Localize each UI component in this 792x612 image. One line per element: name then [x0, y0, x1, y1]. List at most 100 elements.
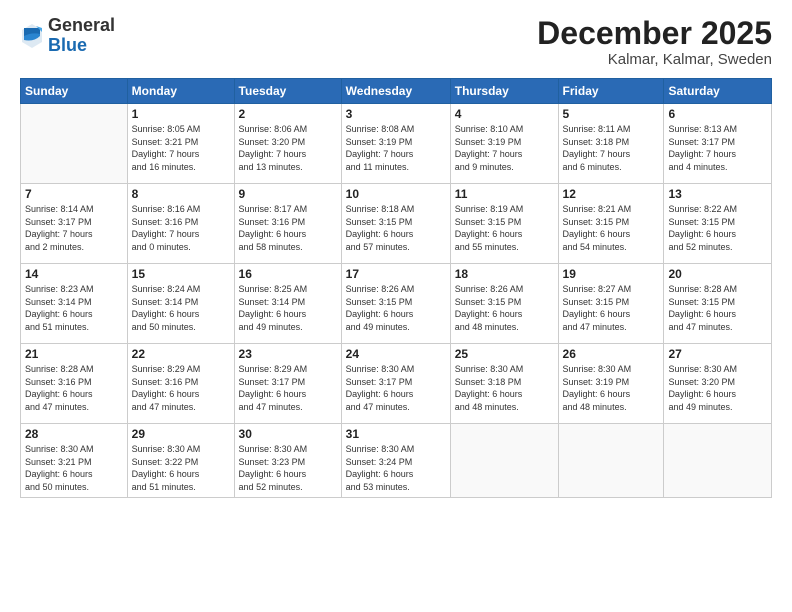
day-number: 13	[668, 187, 767, 201]
table-row: 12 Sunrise: 8:21 AM Sunset: 3:15 PM Dayli…	[558, 184, 664, 264]
table-row: 31Sunrise: 8:30 AM Sunset: 3:24 PM Dayli…	[341, 424, 450, 497]
table-row: 19Sunrise: 8:27 AM Sunset: 3:15 PM Dayli…	[558, 264, 664, 344]
day-number: 8	[132, 187, 230, 201]
table-row: 7 Sunrise: 8:14 AM Sunset: 3:17 PM Daylig…	[21, 184, 128, 264]
table-row: 18 Sunrise: 8:26 AM Sunset: 3:15 PM Dayli…	[450, 264, 558, 344]
day-number: 24	[346, 347, 446, 361]
day-number: 22	[132, 347, 230, 361]
day-info: Sunrise: 8:28 AM Sunset: 3:15 PM Dayligh…	[668, 283, 767, 333]
day-number: 19	[563, 267, 660, 281]
day-info: Sunrise: 8:28 AM Sunset: 3:16 PM Dayligh…	[25, 363, 123, 413]
day-info: Sunrise: 8:21 AM Sunset: 3:15 PM Dayligh…	[563, 203, 660, 253]
calendar-table: Sunday Monday Tuesday Wednesday Thursday…	[20, 78, 772, 497]
header: General Blue December 2025 Kalmar, Kalma…	[20, 16, 772, 68]
table-row: 3Sunrise: 8:08 AM Sunset: 3:19 PM Daylig…	[341, 104, 450, 184]
day-number: 27	[668, 347, 767, 361]
day-info: Sunrise: 8:29 AM Sunset: 3:16 PM Dayligh…	[132, 363, 230, 413]
page: General Blue December 2025 Kalmar, Kalma…	[0, 0, 792, 612]
day-info: Sunrise: 8:30 AM Sunset: 3:18 PM Dayligh…	[455, 363, 554, 413]
header-saturday: Saturday	[664, 79, 772, 104]
day-number: 28	[25, 427, 123, 441]
header-tuesday: Tuesday	[234, 79, 341, 104]
table-row: 29 Sunrise: 8:30 AM Sunset: 3:22 PM Dayli…	[127, 424, 234, 497]
table-row: 15Sunrise: 8:24 AM Sunset: 3:14 PM Dayli…	[127, 264, 234, 344]
day-number: 9	[239, 187, 337, 201]
table-row: 21 Sunrise: 8:28 AM Sunset: 3:16 PM Dayli…	[21, 344, 128, 424]
day-info: Sunrise: 8:13 AM Sunset: 3:17 PM Dayligh…	[668, 123, 767, 173]
table-row: 25 Sunrise: 8:30 AM Sunset: 3:18 PM Dayli…	[450, 344, 558, 424]
day-info: Sunrise: 8:30 AM Sunset: 3:17 PM Dayligh…	[346, 363, 446, 413]
table-row: 1 Sunrise: 8:05 AM Sunset: 3:21 PM Daylig…	[127, 104, 234, 184]
day-info: Sunrise: 8:30 AM Sunset: 3:23 PM Dayligh…	[239, 443, 337, 493]
header-wednesday: Wednesday	[341, 79, 450, 104]
day-number: 16	[239, 267, 337, 281]
day-info: Sunrise: 8:11 AM Sunset: 3:18 PM Dayligh…	[563, 123, 660, 173]
table-row: 22 Sunrise: 8:29 AM Sunset: 3:16 PM Dayli…	[127, 344, 234, 424]
day-number: 5	[563, 107, 660, 121]
calendar-week-row: 28Sunrise: 8:30 AM Sunset: 3:21 PM Dayli…	[21, 424, 772, 497]
location-subtitle: Kalmar, Kalmar, Sweden	[537, 51, 772, 68]
logo: General Blue	[20, 16, 115, 56]
day-number: 3	[346, 107, 446, 121]
table-row	[450, 424, 558, 497]
table-row: 13 Sunrise: 8:22 AM Sunset: 3:15 PM Dayli…	[664, 184, 772, 264]
day-info: Sunrise: 8:30 AM Sunset: 3:20 PM Dayligh…	[668, 363, 767, 413]
header-friday: Friday	[558, 79, 664, 104]
table-row: 9 Sunrise: 8:17 AM Sunset: 3:16 PM Daylig…	[234, 184, 341, 264]
day-info: Sunrise: 8:26 AM Sunset: 3:15 PM Dayligh…	[455, 283, 554, 333]
day-info: Sunrise: 8:30 AM Sunset: 3:24 PM Dayligh…	[346, 443, 446, 493]
day-info: Sunrise: 8:16 AM Sunset: 3:16 PM Dayligh…	[132, 203, 230, 253]
table-row: 23 Sunrise: 8:29 AM Sunset: 3:17 PM Dayli…	[234, 344, 341, 424]
day-number: 20	[668, 267, 767, 281]
header-monday: Monday	[127, 79, 234, 104]
table-row	[558, 424, 664, 497]
day-info: Sunrise: 8:05 AM Sunset: 3:21 PM Dayligh…	[132, 123, 230, 173]
calendar-week-row: 14Sunrise: 8:23 AM Sunset: 3:14 PM Dayli…	[21, 264, 772, 344]
day-info: Sunrise: 8:22 AM Sunset: 3:15 PM Dayligh…	[668, 203, 767, 253]
table-row: 26Sunrise: 8:30 AM Sunset: 3:19 PM Dayli…	[558, 344, 664, 424]
day-info: Sunrise: 8:18 AM Sunset: 3:15 PM Dayligh…	[346, 203, 446, 253]
logo-icon	[20, 22, 44, 50]
logo-general-label: General	[48, 16, 115, 36]
day-number: 10	[346, 187, 446, 201]
day-info: Sunrise: 8:24 AM Sunset: 3:14 PM Dayligh…	[132, 283, 230, 333]
day-number: 2	[239, 107, 337, 121]
calendar-week-row: 21 Sunrise: 8:28 AM Sunset: 3:16 PM Dayli…	[21, 344, 772, 424]
title-block: December 2025 Kalmar, Kalmar, Sweden	[537, 16, 772, 68]
day-number: 4	[455, 107, 554, 121]
table-row: 6Sunrise: 8:13 AM Sunset: 3:17 PM Daylig…	[664, 104, 772, 184]
table-row: 2Sunrise: 8:06 AM Sunset: 3:20 PM Daylig…	[234, 104, 341, 184]
day-info: Sunrise: 8:14 AM Sunset: 3:17 PM Dayligh…	[25, 203, 123, 253]
table-row: 28Sunrise: 8:30 AM Sunset: 3:21 PM Dayli…	[21, 424, 128, 497]
calendar-week-row: 7 Sunrise: 8:14 AM Sunset: 3:17 PM Daylig…	[21, 184, 772, 264]
table-row: 10 Sunrise: 8:18 AM Sunset: 3:15 PM Dayli…	[341, 184, 450, 264]
table-row: 27 Sunrise: 8:30 AM Sunset: 3:20 PM Dayli…	[664, 344, 772, 424]
day-number: 7	[25, 187, 123, 201]
day-number: 14	[25, 267, 123, 281]
logo-text: General Blue	[48, 16, 115, 56]
day-info: Sunrise: 8:10 AM Sunset: 3:19 PM Dayligh…	[455, 123, 554, 173]
day-number: 11	[455, 187, 554, 201]
day-number: 12	[563, 187, 660, 201]
day-info: Sunrise: 8:30 AM Sunset: 3:22 PM Dayligh…	[132, 443, 230, 493]
day-number: 17	[346, 267, 446, 281]
day-info: Sunrise: 8:19 AM Sunset: 3:15 PM Dayligh…	[455, 203, 554, 253]
day-info: Sunrise: 8:26 AM Sunset: 3:15 PM Dayligh…	[346, 283, 446, 333]
table-row	[21, 104, 128, 184]
calendar-header-row: Sunday Monday Tuesday Wednesday Thursday…	[21, 79, 772, 104]
day-info: Sunrise: 8:17 AM Sunset: 3:16 PM Dayligh…	[239, 203, 337, 253]
table-row: 5 Sunrise: 8:11 AM Sunset: 3:18 PM Daylig…	[558, 104, 664, 184]
table-row: 16Sunrise: 8:25 AM Sunset: 3:14 PM Dayli…	[234, 264, 341, 344]
day-number: 23	[239, 347, 337, 361]
day-info: Sunrise: 8:29 AM Sunset: 3:17 PM Dayligh…	[239, 363, 337, 413]
day-number: 25	[455, 347, 554, 361]
header-sunday: Sunday	[21, 79, 128, 104]
day-number: 21	[25, 347, 123, 361]
day-number: 29	[132, 427, 230, 441]
day-number: 1	[132, 107, 230, 121]
day-number: 30	[239, 427, 337, 441]
day-info: Sunrise: 8:30 AM Sunset: 3:19 PM Dayligh…	[563, 363, 660, 413]
header-thursday: Thursday	[450, 79, 558, 104]
day-number: 18	[455, 267, 554, 281]
table-row	[664, 424, 772, 497]
